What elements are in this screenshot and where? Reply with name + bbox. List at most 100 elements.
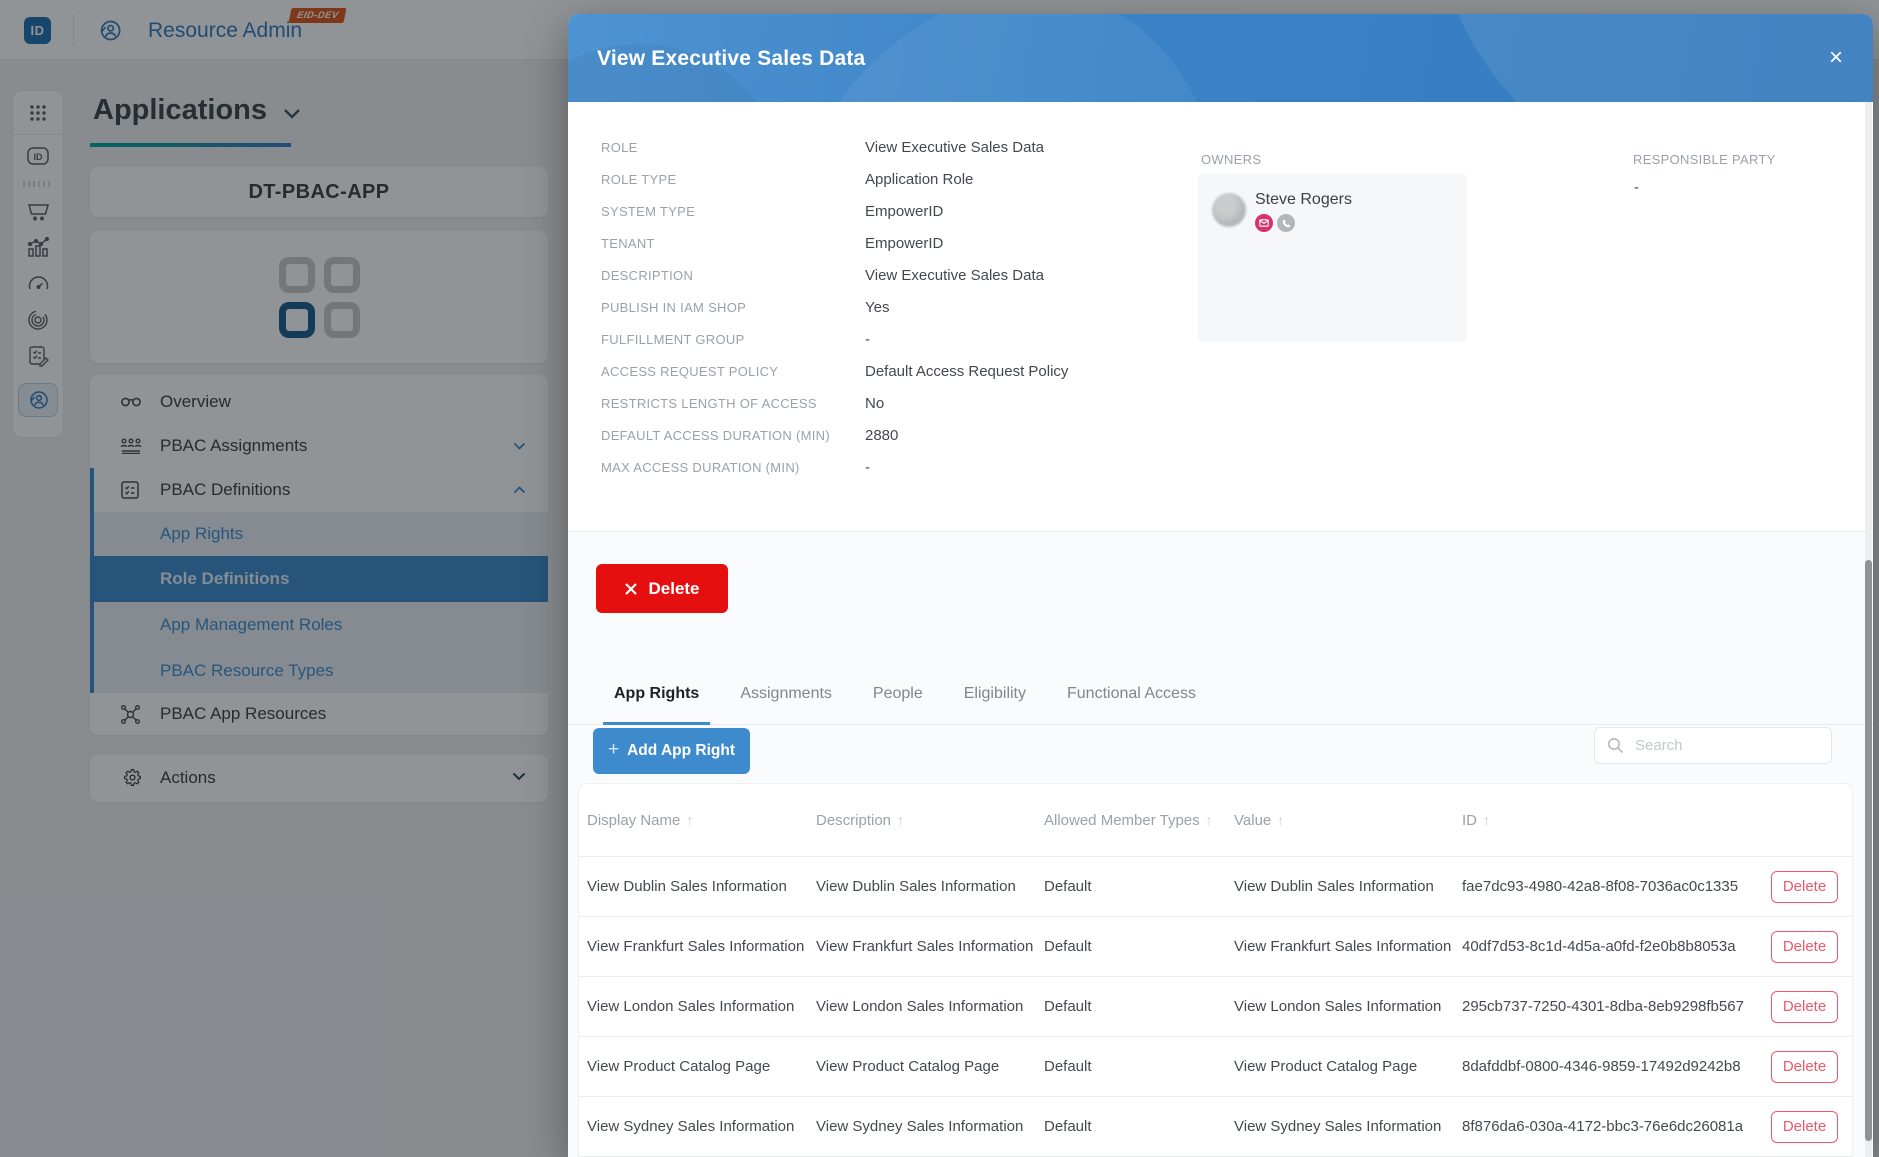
sort-asc-icon: ↑	[1277, 812, 1284, 828]
cell-member-types: Default	[1044, 1058, 1234, 1075]
detail-tabs: App Rights Assignments People Eligibilit…	[568, 664, 1873, 725]
detail-label: ROLE TYPE	[601, 172, 865, 187]
detail-value: -	[865, 331, 870, 348]
column-header-description[interactable]: Description↑	[816, 812, 1044, 829]
tab-assignments[interactable]: Assignments	[729, 664, 843, 724]
row-delete-button[interactable]: Delete	[1771, 931, 1838, 963]
detail-value: EmpowerID	[865, 235, 943, 252]
cell-description: View Product Catalog Page	[816, 1058, 1044, 1075]
detail-value: View Executive Sales Data	[865, 267, 1044, 284]
cell-member-types: Default	[1044, 998, 1234, 1015]
cell-value: View London Sales Information	[1234, 998, 1462, 1015]
app-rights-table: Display Name↑ Description↑ Allowed Membe…	[578, 783, 1853, 1157]
avatar	[1212, 193, 1246, 227]
cell-member-types: Default	[1044, 938, 1234, 955]
tab-app-rights[interactable]: App Rights	[603, 664, 710, 724]
column-header-value[interactable]: Value↑	[1234, 812, 1462, 829]
cell-member-types: Default	[1044, 878, 1234, 895]
delete-role-button[interactable]: Delete	[596, 564, 728, 613]
email-button[interactable]	[1255, 214, 1273, 232]
table-row: View Product Catalog Page View Product C…	[579, 1037, 1852, 1097]
detail-label: ROLE	[601, 140, 865, 155]
owners-label: OWNERS	[1201, 152, 1261, 167]
sort-asc-icon: ↑	[897, 812, 904, 828]
detail-label: MAX ACCESS DURATION (MIN)	[601, 460, 865, 475]
sort-asc-icon: ↑	[1206, 812, 1213, 828]
cell-id: 40df7d53-8c1d-4d5a-a0fd-f2e0b8b8053a	[1462, 938, 1759, 955]
cell-display-name: View Product Catalog Page	[587, 1058, 816, 1075]
detail-value: -	[865, 459, 870, 476]
cell-display-name: View Frankfurt Sales Information	[587, 938, 816, 955]
detail-label: TENANT	[601, 236, 865, 251]
detail-label: PUBLISH IN IAM SHOP	[601, 300, 865, 315]
owners-card: Steve Rogers	[1198, 174, 1467, 342]
close-icon[interactable]: ×	[1821, 42, 1851, 74]
phone-button[interactable]	[1277, 214, 1295, 232]
row-delete-button[interactable]: Delete	[1771, 1111, 1838, 1143]
search-icon	[1607, 737, 1624, 754]
tab-eligibility[interactable]: Eligibility	[953, 664, 1037, 724]
modal-header: View Executive Sales Data ×	[568, 14, 1873, 102]
detail-value: 2880	[865, 427, 898, 444]
detail-label: DESCRIPTION	[601, 268, 865, 283]
detail-value: EmpowerID	[865, 203, 943, 220]
detail-value: View Executive Sales Data	[865, 139, 1044, 156]
sort-asc-icon: ↑	[1483, 812, 1490, 828]
table-header-row: Display Name↑ Description↑ Allowed Membe…	[579, 784, 1852, 857]
cell-id: 8dafddbf-0800-4346-9859-17492d9242b8	[1462, 1058, 1759, 1075]
cell-value: View Frankfurt Sales Information	[1234, 938, 1462, 955]
role-detail-modal: View Executive Sales Data × ROLEView Exe…	[568, 14, 1873, 1157]
table-row: View London Sales Information View Londo…	[579, 977, 1852, 1037]
cell-description: View Frankfurt Sales Information	[816, 938, 1044, 955]
owner-name: Steve Rogers	[1255, 191, 1352, 209]
cell-value: View Dublin Sales Information	[1234, 878, 1462, 895]
modal-title: View Executive Sales Data	[597, 47, 865, 71]
detail-label: RESTRICTS LENGTH OF ACCESS	[601, 396, 865, 411]
screen: ID Resource Admin EID-DEV ID	[0, 0, 1879, 1157]
detail-value: Default Access Request Policy	[865, 363, 1068, 380]
detail-label: SYSTEM TYPE	[601, 204, 865, 219]
scrollbar-thumb[interactable]	[1865, 560, 1872, 1141]
responsible-party-value: -	[1634, 179, 1639, 196]
detail-value: No	[865, 395, 884, 412]
sort-asc-icon: ↑	[686, 812, 693, 828]
delete-label: Delete	[648, 579, 699, 599]
tab-functional-access[interactable]: Functional Access	[1056, 664, 1207, 724]
cell-value: View Product Catalog Page	[1234, 1058, 1462, 1075]
column-header-display-name[interactable]: Display Name↑	[587, 812, 816, 829]
column-header-allowed-member-types[interactable]: Allowed Member Types↑	[1044, 812, 1234, 829]
cell-display-name: View Dublin Sales Information	[587, 878, 816, 895]
search-box	[1594, 727, 1832, 764]
detail-label: ACCESS REQUEST POLICY	[601, 364, 865, 379]
detail-value: Yes	[865, 299, 889, 316]
plus-icon: +	[608, 739, 619, 761]
detail-value: Application Role	[865, 171, 973, 188]
envelope-icon	[1259, 219, 1269, 227]
detail-label: FULFILLMENT GROUP	[601, 332, 865, 347]
cell-member-types: Default	[1044, 1118, 1234, 1135]
search-input[interactable]	[1594, 727, 1832, 764]
cell-value: View Sydney Sales Information	[1234, 1118, 1462, 1135]
column-header-id[interactable]: ID↑	[1462, 812, 1759, 829]
cell-id: 8f876da6-030a-4172-bbc3-76e6dc26081a	[1462, 1118, 1759, 1135]
row-delete-button[interactable]: Delete	[1771, 871, 1838, 903]
add-app-right-label: Add App Right	[627, 742, 735, 760]
role-details: ROLEView Executive Sales Data ROLE TYPEA…	[601, 131, 1068, 483]
row-delete-button[interactable]: Delete	[1771, 991, 1838, 1023]
tab-people[interactable]: People	[862, 664, 934, 724]
add-app-right-button[interactable]: + Add App Right	[593, 728, 750, 774]
detail-label: DEFAULT ACCESS DURATION (MIN)	[601, 428, 865, 443]
phone-icon	[1282, 219, 1291, 228]
table-row: View Frankfurt Sales Information View Fr…	[579, 917, 1852, 977]
x-icon	[624, 582, 638, 596]
table-row: View Dublin Sales Information View Dubli…	[579, 857, 1852, 917]
cell-display-name: View London Sales Information	[587, 998, 816, 1015]
cell-description: View Sydney Sales Information	[816, 1118, 1044, 1135]
responsible-party-label: RESPONSIBLE PARTY	[1633, 152, 1776, 167]
cell-description: View Dublin Sales Information	[816, 878, 1044, 895]
cell-display-name: View Sydney Sales Information	[587, 1118, 816, 1135]
row-delete-button[interactable]: Delete	[1771, 1051, 1838, 1083]
cell-id: 295cb737-7250-4301-8dba-8eb9298fb567	[1462, 998, 1759, 1015]
cell-description: View London Sales Information	[816, 998, 1044, 1015]
cell-id: fae7dc93-4980-42a8-8f08-7036ac0c1335	[1462, 878, 1759, 895]
